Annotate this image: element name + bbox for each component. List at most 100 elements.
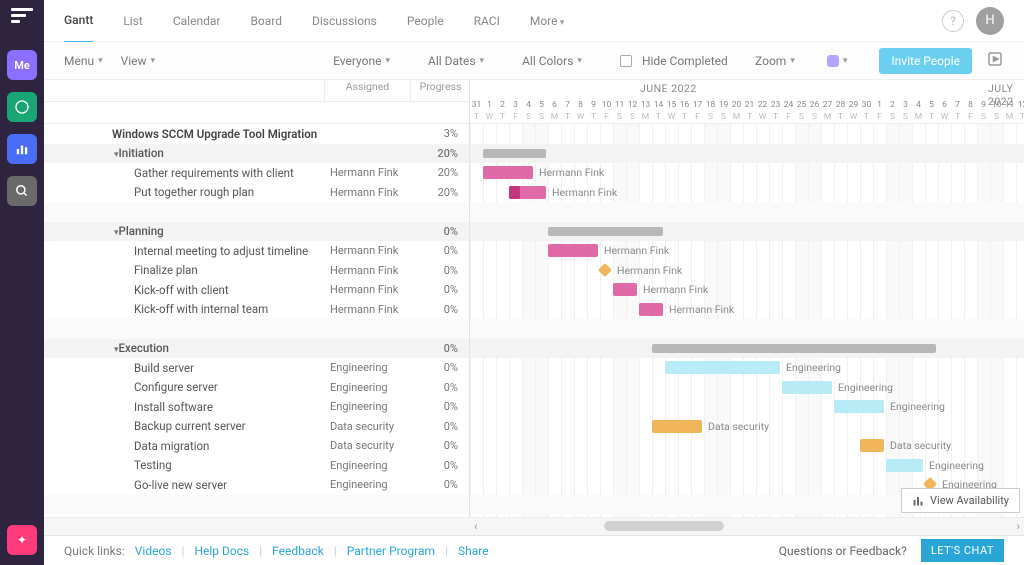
day-header[interactable]: 26S	[808, 99, 821, 123]
gantt-bar[interactable]	[483, 149, 546, 158]
spark-icon[interactable]: ✦	[7, 525, 37, 555]
export-icon[interactable]	[986, 50, 1004, 71]
day-header[interactable]: 10F	[600, 99, 613, 123]
tab-more[interactable]: More	[530, 14, 564, 42]
colors-filter[interactable]: All Colors	[522, 54, 582, 68]
tab-gantt[interactable]: Gantt	[64, 13, 93, 43]
day-header[interactable]: 2T	[496, 99, 509, 123]
tab-board[interactable]: Board	[250, 14, 282, 42]
gantt-bar[interactable]	[509, 186, 520, 199]
gantt-bar[interactable]	[613, 283, 637, 296]
gantt-bar[interactable]	[548, 244, 598, 257]
spacer-1[interactable]	[44, 319, 469, 339]
task-row-2-2[interactable]: Install softwareEngineering0%	[44, 397, 469, 417]
day-header[interactable]: 7T	[951, 99, 964, 123]
view-availability-button[interactable]: View Availability	[901, 488, 1020, 513]
day-header[interactable]: 21T	[743, 99, 756, 123]
view-dropdown[interactable]: View	[121, 54, 155, 68]
search-icon[interactable]	[7, 176, 37, 206]
footer-link-videos[interactable]: Videos	[135, 544, 172, 558]
day-header[interactable]: 9T	[587, 99, 600, 123]
gantt-bar[interactable]	[483, 166, 533, 179]
day-header[interactable]: 5T	[925, 99, 938, 123]
col-progress[interactable]: Progress	[410, 80, 470, 101]
day-header[interactable]: 8F	[964, 99, 977, 123]
task-row-1-3[interactable]: Kick-off with internal teamHermann Fink0…	[44, 300, 469, 320]
gantt-bar[interactable]	[548, 227, 663, 236]
day-header[interactable]: 11S	[613, 99, 626, 123]
day-header[interactable]: 11M	[1003, 99, 1016, 123]
day-header[interactable]: 6W	[938, 99, 951, 123]
app-logo-icon[interactable]	[11, 8, 33, 26]
day-header[interactable]: 27M	[821, 99, 834, 123]
day-header[interactable]: 14T	[652, 99, 665, 123]
day-header[interactable]: 4M	[912, 99, 925, 123]
gantt-bar[interactable]	[652, 420, 702, 433]
day-header[interactable]: 15W	[665, 99, 678, 123]
day-header[interactable]: 12T	[1016, 99, 1024, 123]
tab-discussions[interactable]: Discussions	[312, 14, 377, 42]
task-row-2-6[interactable]: Go-live new serverEngineering0%	[44, 475, 469, 495]
day-header[interactable]: 3S	[899, 99, 912, 123]
help-icon[interactable]: ?	[942, 10, 964, 32]
day-header[interactable]: 16T	[678, 99, 691, 123]
invite-people-button[interactable]: Invite People	[879, 48, 972, 74]
tab-calendar[interactable]: Calendar	[173, 14, 221, 42]
task-row-2-0[interactable]: Build serverEngineering0%	[44, 358, 469, 378]
day-header[interactable]: 1F	[873, 99, 886, 123]
gantt-bar[interactable]	[782, 381, 832, 394]
day-header[interactable]: 29W	[847, 99, 860, 123]
spacer-2[interactable]	[44, 495, 469, 515]
day-header[interactable]: 4S	[522, 99, 535, 123]
tab-list[interactable]: List	[123, 14, 143, 42]
spacer-0[interactable]	[44, 202, 469, 222]
gantt-bar[interactable]	[665, 361, 780, 374]
task-row-0-1[interactable]: Put together rough planHermann Fink20%	[44, 183, 469, 203]
footer-link-partner[interactable]: Partner Program	[347, 544, 435, 558]
task-row-1-1[interactable]: Finalize planHermann Fink0%	[44, 261, 469, 281]
color-swatch-dropdown[interactable]	[827, 55, 848, 67]
group-row-0[interactable]: Initiation20%	[44, 144, 469, 164]
day-header[interactable]: 28T	[834, 99, 847, 123]
day-header[interactable]: 10S	[990, 99, 1003, 123]
footer-link-helpdocs[interactable]: Help Docs	[194, 544, 249, 558]
day-header[interactable]: 25S	[795, 99, 808, 123]
chat-icon[interactable]	[7, 92, 37, 122]
day-header[interactable]: 22W	[756, 99, 769, 123]
gantt-pane[interactable]: JUNE 2022 JULY 2022 31T1W2T3F4S5S6M7T8W9…	[470, 80, 1024, 517]
day-header[interactable]: 3F	[509, 99, 522, 123]
day-header[interactable]: 17F	[691, 99, 704, 123]
day-header[interactable]: 9S	[977, 99, 990, 123]
gantt-bar[interactable]	[860, 439, 884, 452]
everyone-filter[interactable]: Everyone	[333, 54, 390, 68]
lets-chat-button[interactable]: LET'S CHAT	[921, 539, 1004, 562]
day-header[interactable]: 23T	[769, 99, 782, 123]
task-row-0-0[interactable]: Gather requirements with clientHermann F…	[44, 163, 469, 183]
reports-icon[interactable]	[7, 134, 37, 164]
tab-people[interactable]: People	[407, 14, 444, 42]
user-avatar[interactable]: H	[976, 7, 1004, 35]
group-row-1[interactable]: Planning0%	[44, 222, 469, 242]
day-header[interactable]: 7T	[561, 99, 574, 123]
task-row-2-5[interactable]: TestingEngineering0%	[44, 456, 469, 476]
tab-raci[interactable]: RACI	[474, 14, 500, 42]
task-row-1-0[interactable]: Internal meeting to adjust timelineHerma…	[44, 241, 469, 261]
task-row-2-3[interactable]: Backup current serverData security0%	[44, 417, 469, 437]
task-row-2-4[interactable]: Data migrationData security0%	[44, 436, 469, 456]
dates-filter[interactable]: All Dates	[428, 54, 484, 68]
menu-dropdown[interactable]: Menu	[64, 54, 103, 68]
gantt-bar[interactable]	[834, 400, 884, 413]
gantt-milestone[interactable]	[598, 262, 612, 276]
day-header[interactable]: 8W	[574, 99, 587, 123]
gantt-bar[interactable]	[886, 459, 923, 472]
gantt-bar[interactable]	[639, 303, 663, 316]
hide-completed-checkbox[interactable]: Hide Completed	[620, 54, 728, 68]
day-header[interactable]: 1W	[483, 99, 496, 123]
day-header[interactable]: 19S	[717, 99, 730, 123]
task-row-2-1[interactable]: Configure serverEngineering0%	[44, 378, 469, 398]
group-row-2[interactable]: Execution0%	[44, 339, 469, 359]
day-header[interactable]: 6M	[548, 99, 561, 123]
day-header[interactable]: 30T	[860, 99, 873, 123]
project-row[interactable]: Windows SCCM Upgrade Tool Migration3%	[44, 124, 469, 144]
footer-link-feedback[interactable]: Feedback	[272, 544, 324, 558]
